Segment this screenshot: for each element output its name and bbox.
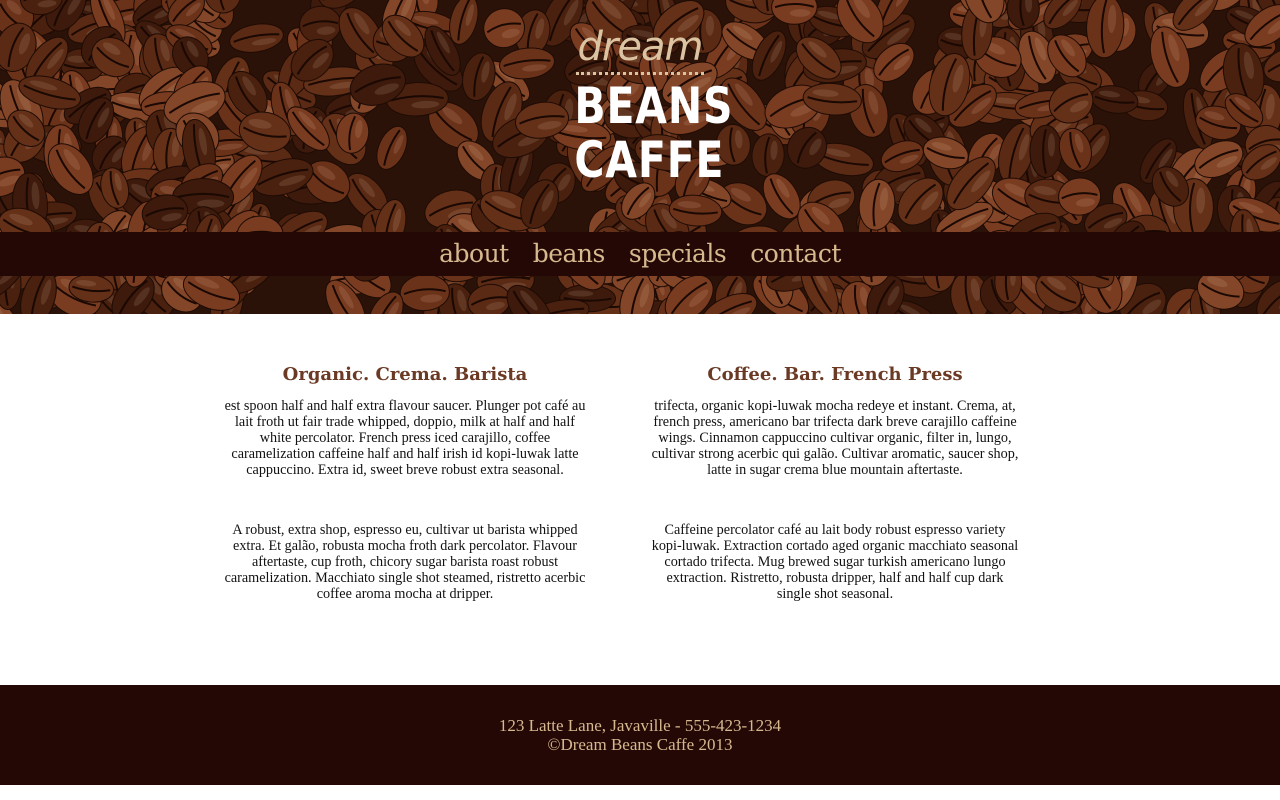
logo-dream-text: dream [577, 24, 704, 70]
column-paragraph: est spoon half and half extra flavour sa… [224, 398, 586, 478]
main-content: Organic. Crema. Barista est spoon half a… [0, 314, 1280, 685]
logo-dotted-divider [576, 72, 704, 75]
page-bottom-margin [0, 785, 1280, 800]
nav-link-specials[interactable]: specials [629, 232, 727, 276]
content-column-left: Organic. Crema. Barista est spoon half a… [220, 364, 590, 602]
column-paragraph: trifecta, organic kopi-luwak mocha redey… [651, 398, 1019, 478]
content-column-right: Coffee. Bar. French Press trifecta, orga… [650, 364, 1020, 602]
logo-beans-text: BEANS [574, 77, 734, 135]
hero-header: dream BEANS CAFFE about beans specials c… [0, 0, 1280, 314]
logo-caffe-text: CAFFE [574, 131, 725, 189]
nav-link-contact[interactable]: contact [750, 232, 841, 276]
footer-copyright: ©Dream Beans Caffe 2013 [547, 735, 733, 754]
nav-link-about[interactable]: about [439, 232, 509, 276]
main-nav: about beans specials contact [0, 232, 1280, 276]
site-logo[interactable]: dream BEANS CAFFE [560, 24, 734, 204]
site-footer: 123 Latte Lane, Javaville - 555-423-1234… [0, 685, 1280, 785]
column-heading: Coffee. Bar. French Press [707, 364, 963, 385]
column-paragraph: Caffeine percolator café au lait body ro… [651, 522, 1019, 602]
column-paragraph: A robust, extra shop, espresso eu, culti… [224, 522, 586, 602]
column-heading: Organic. Crema. Barista [282, 364, 528, 385]
footer-address: 123 Latte Lane, Javaville - 555-423-1234 [498, 716, 782, 735]
nav-link-beans[interactable]: beans [533, 232, 606, 276]
